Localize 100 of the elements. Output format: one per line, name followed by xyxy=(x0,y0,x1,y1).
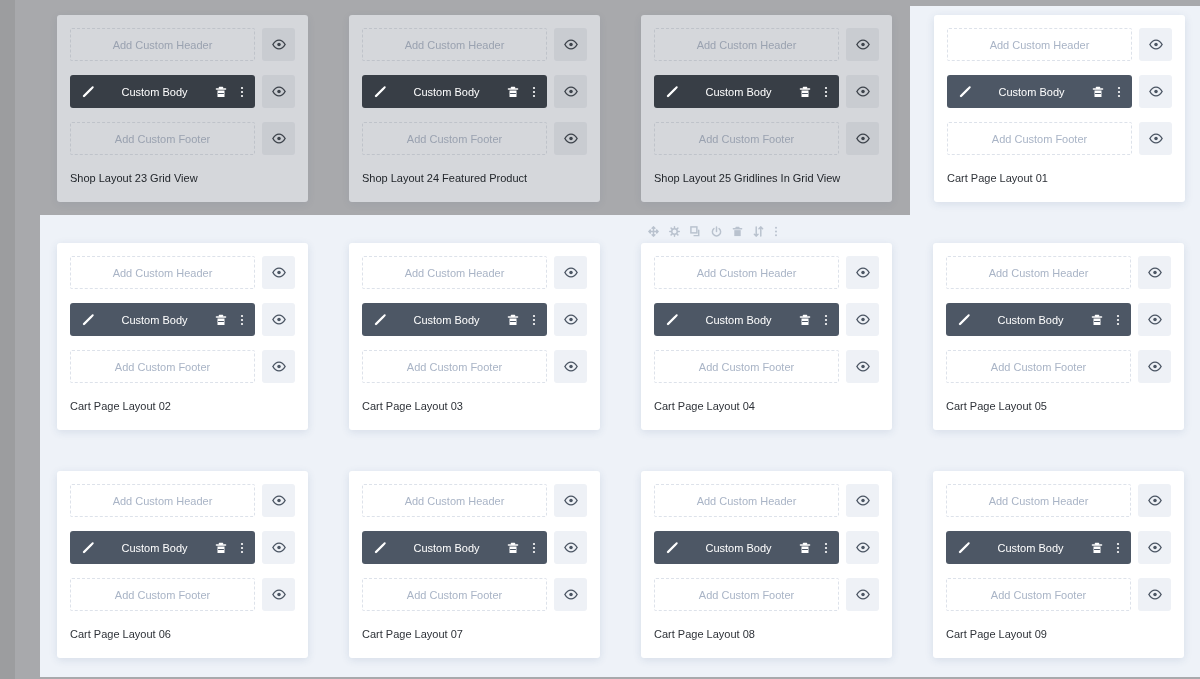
visibility-toggle[interactable] xyxy=(1138,484,1171,517)
visibility-toggle[interactable] xyxy=(846,303,879,336)
visibility-toggle[interactable] xyxy=(554,350,587,383)
add-header-button[interactable]: Add Custom Header xyxy=(362,28,547,61)
body-label: Custom Body xyxy=(412,313,481,326)
visibility-toggle[interactable] xyxy=(846,256,879,289)
add-footer-button[interactable]: Add Custom Footer xyxy=(362,578,547,611)
body-template-bar[interactable]: Custom Body xyxy=(70,75,255,108)
add-footer-button[interactable]: Add Custom Footer xyxy=(70,122,255,155)
add-footer-button[interactable]: Add Custom Footer xyxy=(362,122,547,155)
eye-icon xyxy=(271,86,286,97)
visibility-toggle[interactable] xyxy=(846,350,879,383)
add-header-button[interactable]: Add Custom Header xyxy=(654,28,839,61)
eye-icon xyxy=(563,361,578,372)
visibility-toggle[interactable] xyxy=(262,531,295,564)
visibility-toggle[interactable] xyxy=(262,484,295,517)
layout-title: Cart Page Layout 01 xyxy=(947,172,1049,184)
visibility-toggle[interactable] xyxy=(554,578,587,611)
visibility-toggle[interactable] xyxy=(846,484,879,517)
add-header-button[interactable]: Add Custom Header xyxy=(362,484,547,517)
add-header-button[interactable]: Add Custom Header xyxy=(70,28,255,61)
more-icon xyxy=(824,541,828,554)
body-template-bar[interactable]: Custom Body xyxy=(362,531,547,564)
body-template-bar[interactable]: Custom Body xyxy=(946,531,1131,564)
visibility-toggle[interactable] xyxy=(846,28,879,61)
body-template-bar[interactable]: Custom Body xyxy=(654,75,839,108)
body-template-bar[interactable]: Custom Body xyxy=(947,75,1132,108)
layout-title: Cart Page Layout 05 xyxy=(946,400,1048,412)
body-template-bar[interactable]: Custom Body xyxy=(362,303,547,336)
eye-icon xyxy=(563,133,578,144)
visibility-toggle[interactable] xyxy=(846,578,879,611)
add-header-button[interactable]: Add Custom Header xyxy=(654,484,839,517)
visibility-toggle[interactable] xyxy=(262,303,295,336)
eye-icon xyxy=(1147,542,1162,553)
add-footer-button[interactable]: Add Custom Footer xyxy=(946,578,1131,611)
visibility-toggle[interactable] xyxy=(846,75,879,108)
body-template-bar[interactable]: Custom Body xyxy=(946,303,1131,336)
pencil-icon xyxy=(374,85,386,98)
body-template-bar[interactable]: Custom Body xyxy=(362,75,547,108)
add-header-button[interactable]: Add Custom Header xyxy=(946,484,1131,517)
pencil-icon xyxy=(959,85,971,98)
eye-icon xyxy=(1147,495,1162,506)
visibility-toggle[interactable] xyxy=(262,578,295,611)
body-label: Custom Body xyxy=(996,313,1065,326)
body-template-bar[interactable]: Custom Body xyxy=(654,303,839,336)
visibility-toggle[interactable] xyxy=(262,350,295,383)
layout-title: Shop Layout 23 Grid View xyxy=(70,172,199,184)
more-icon xyxy=(1116,313,1120,326)
eye-icon xyxy=(271,267,286,278)
visibility-toggle[interactable] xyxy=(554,484,587,517)
eye-icon xyxy=(1148,133,1163,144)
add-header-button[interactable]: Add Custom Header xyxy=(70,484,255,517)
body-template-bar[interactable]: Custom Body xyxy=(654,531,839,564)
add-footer-button[interactable]: Add Custom Footer xyxy=(947,122,1132,155)
add-footer-button[interactable]: Add Custom Footer xyxy=(70,578,255,611)
add-header-button[interactable]: Add Custom Header xyxy=(362,256,547,289)
eye-icon xyxy=(271,495,286,506)
visibility-toggle[interactable] xyxy=(554,256,587,289)
add-header-button[interactable]: Add Custom Header xyxy=(70,256,255,289)
pencil-icon xyxy=(374,541,386,554)
add-header-button[interactable]: Add Custom Header xyxy=(947,28,1132,61)
add-footer-button[interactable]: Add Custom Footer xyxy=(654,578,839,611)
trash-icon xyxy=(799,313,811,326)
eye-icon xyxy=(1148,39,1163,50)
visibility-toggle[interactable] xyxy=(262,28,295,61)
visibility-toggle[interactable] xyxy=(1138,303,1171,336)
visibility-toggle[interactable] xyxy=(262,122,295,155)
add-header-button[interactable]: Add Custom Header xyxy=(946,256,1131,289)
visibility-toggle[interactable] xyxy=(554,122,587,155)
add-header-button[interactable]: Add Custom Header xyxy=(654,256,839,289)
add-footer-button[interactable]: Add Custom Footer xyxy=(362,350,547,383)
visibility-toggle[interactable] xyxy=(1138,256,1171,289)
eye-icon xyxy=(271,39,286,50)
pencil-icon xyxy=(374,313,386,326)
visibility-toggle[interactable] xyxy=(554,75,587,108)
body-label: Custom Body xyxy=(996,541,1065,554)
visibility-toggle[interactable] xyxy=(846,122,879,155)
add-footer-button[interactable]: Add Custom Footer xyxy=(654,350,839,383)
eye-icon xyxy=(271,589,286,600)
visibility-toggle[interactable] xyxy=(846,531,879,564)
visibility-toggle[interactable] xyxy=(262,256,295,289)
add-footer-button[interactable]: Add Custom Footer xyxy=(654,122,839,155)
body-label: Custom Body xyxy=(120,541,189,554)
visibility-toggle[interactable] xyxy=(1139,75,1172,108)
visibility-toggle[interactable] xyxy=(1138,350,1171,383)
body-template-bar[interactable]: Custom Body xyxy=(70,303,255,336)
visibility-toggle[interactable] xyxy=(262,75,295,108)
add-footer-button[interactable]: Add Custom Footer xyxy=(946,350,1131,383)
visibility-toggle[interactable] xyxy=(554,531,587,564)
visibility-toggle[interactable] xyxy=(1139,28,1172,61)
visibility-toggle[interactable] xyxy=(1138,531,1171,564)
visibility-toggle[interactable] xyxy=(554,303,587,336)
visibility-toggle[interactable] xyxy=(1139,122,1172,155)
more-icon xyxy=(532,85,536,98)
body-template-bar[interactable]: Custom Body xyxy=(70,531,255,564)
eye-icon xyxy=(563,495,578,506)
visibility-toggle[interactable] xyxy=(554,28,587,61)
trash-icon xyxy=(1092,85,1104,98)
add-footer-button[interactable]: Add Custom Footer xyxy=(70,350,255,383)
visibility-toggle[interactable] xyxy=(1138,578,1171,611)
